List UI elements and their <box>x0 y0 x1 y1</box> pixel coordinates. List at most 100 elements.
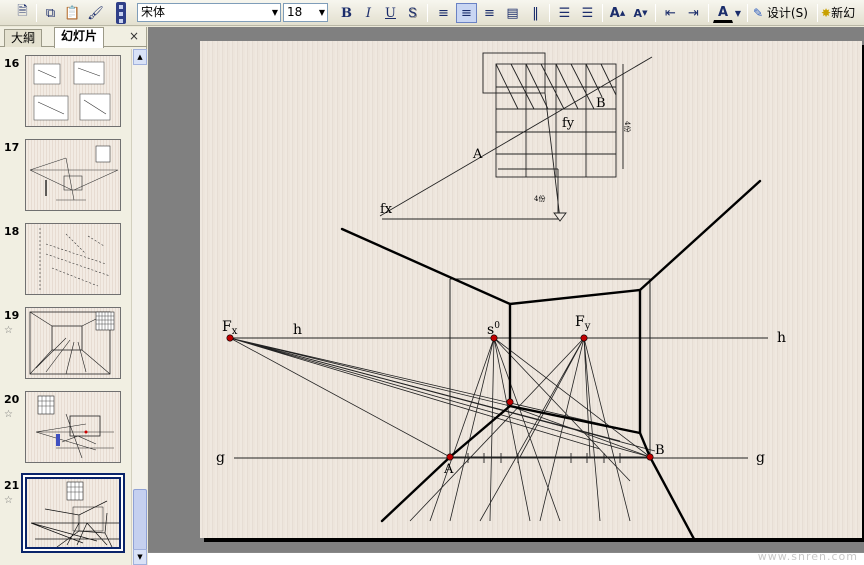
distribute-icon[interactable]: ‖ <box>525 3 546 23</box>
new-slide-label: 新幻 <box>831 6 856 20</box>
slide-thumbnail-image <box>25 223 121 295</box>
decrease-indent-icon[interactable]: ⇤ <box>660 3 681 23</box>
thumbnail-drawing <box>30 481 119 547</box>
point-box-bottom <box>506 398 514 406</box>
toolbar-grip[interactable] <box>116 2 126 24</box>
underline-button[interactable]: U <box>380 3 401 23</box>
label-g-left: g <box>216 450 225 466</box>
slide-thumbnail-17[interactable]: 17 <box>0 139 131 217</box>
new-slide-icon: ✸ <box>821 6 832 20</box>
chevron-down-icon[interactable]: ▼ <box>319 5 325 20</box>
watermark: www.snren.com <box>757 550 858 563</box>
justify-icon[interactable]: ▤ <box>502 3 523 23</box>
grid-diagram <box>379 52 653 222</box>
slide-thumbnail-21[interactable]: 21 ☆ <box>0 477 131 555</box>
vanishing-rays <box>229 337 656 522</box>
toolbar-separator <box>549 4 550 22</box>
label-b-bottom: B <box>655 443 665 458</box>
shrink-font-icon[interactable]: A ▼ <box>630 3 651 23</box>
label-dimension-bottom: 4份 <box>534 194 545 203</box>
scroll-up-arrow[interactable]: ▲ <box>133 49 147 65</box>
copy-icon[interactable]: ⧉ <box>40 3 61 23</box>
slide-thumbnail-19[interactable]: 19 ☆ <box>0 307 131 385</box>
box-edges-bold <box>340 179 762 541</box>
toolbar-separator <box>602 4 603 22</box>
slide-thumbnail-20[interactable]: 20 ☆ <box>0 391 131 469</box>
align-right-icon[interactable]: ≡ <box>479 3 500 23</box>
slide-thumbnail-image <box>25 307 121 379</box>
slide-thumbnail-image <box>25 55 121 127</box>
label-s0-main: s <box>487 322 494 338</box>
slides-pane: 大綱 幻灯片 × 16 17 18 19 ☆ 20 ☆ 21 ☆ ▲ ▼ <box>0 27 147 565</box>
numbering-icon[interactable]: ☰ <box>554 3 575 23</box>
grow-font-icon[interactable]: A ▲ <box>607 3 628 23</box>
new-icon[interactable]: 🗎 <box>12 3 33 23</box>
font-size-combo[interactable]: 18 ▼ <box>283 3 328 22</box>
slide-thumbnail-image <box>25 139 121 211</box>
animation-star-icon: ☆ <box>4 409 13 420</box>
chevron-down-icon[interactable]: ▼ <box>272 5 278 20</box>
tab-outline[interactable]: 大綱 <box>4 29 43 47</box>
design-icon: ✎ <box>753 6 764 20</box>
label-fy-point: Fy <box>575 314 591 332</box>
close-icon[interactable]: × <box>129 29 139 43</box>
chevron-down-icon[interactable]: ▼ <box>733 3 743 23</box>
label-b-top: B <box>596 96 606 111</box>
grow-font-label: A <box>609 5 620 21</box>
toolbar-separator <box>747 4 748 22</box>
label-s0-sup: 0 <box>494 321 500 331</box>
label-fy-sub: y <box>584 321 591 332</box>
label-fy-main: F <box>575 314 585 330</box>
label-fx-sub: x <box>232 326 238 337</box>
label-g-right: g <box>756 450 765 466</box>
bold-button[interactable]: B <box>336 3 357 23</box>
slide-number: 20 <box>4 393 20 406</box>
label-fy: fy <box>562 116 575 131</box>
label-h-left: h <box>293 322 302 338</box>
current-slide[interactable]: A B fy fx 4份 4份 Fx h h s0 Fy g g A B <box>200 41 862 541</box>
animation-star-icon: ☆ <box>4 495 13 506</box>
slide-number: 19 <box>4 309 20 322</box>
toolbar-separator <box>708 4 709 22</box>
bullets-icon[interactable]: ☰ <box>577 3 598 23</box>
label-s0-point: s0 <box>487 321 500 338</box>
slide-thumbnail-image <box>25 391 121 463</box>
slide-editing-area: A B fy fx 4份 4份 Fx h h s0 Fy g g A B www… <box>148 27 864 565</box>
scroll-down-arrow[interactable]: ▼ <box>133 549 147 565</box>
shadow-button[interactable]: S <box>402 3 423 23</box>
font-color-icon[interactable]: A <box>713 3 733 23</box>
thumbnail-drawing <box>39 228 111 290</box>
thumbnail-drawing <box>33 61 111 121</box>
label-dimension-right: 4份 <box>623 121 632 132</box>
design-button[interactable]: ✎ 设计(S) <box>753 4 808 22</box>
toolbar-separator <box>655 4 656 22</box>
format-painter-icon[interactable]: 🖌 <box>85 3 106 23</box>
slide-thumbnail-18[interactable]: 18 <box>0 223 131 301</box>
new-slide-button[interactable]: ✸新幻 <box>821 4 855 22</box>
tab-slides[interactable]: 幻灯片 <box>54 27 105 48</box>
italic-button[interactable]: I <box>358 3 379 23</box>
design-label: 设计(S) <box>766 6 808 20</box>
toolbar-separator <box>427 4 428 22</box>
label-a-top: A <box>472 147 483 162</box>
font-name-value: 宋体 <box>141 5 166 19</box>
label-fx-main: F <box>222 319 232 335</box>
point-b <box>646 453 654 461</box>
slide-thumbnail-image <box>25 477 121 549</box>
label-a-bottom: A <box>443 462 454 477</box>
increase-indent-icon[interactable]: ⇥ <box>683 3 704 23</box>
font-size-value: 18 <box>287 5 303 19</box>
paste-icon[interactable]: 📋 <box>62 3 83 23</box>
toolbar-separator <box>817 4 818 22</box>
horizon-and-ground-lines <box>230 337 768 459</box>
font-name-combo[interactable]: 宋体 ▼ <box>137 3 281 22</box>
slide-number: 18 <box>4 225 20 238</box>
notes-pane[interactable] <box>148 552 864 565</box>
label-fx: fx <box>380 202 393 217</box>
toolbar-separator <box>36 4 37 22</box>
slide-list: 16 17 18 19 ☆ 20 ☆ 21 ☆ <box>0 49 131 565</box>
slide-thumbnail-16[interactable]: 16 <box>0 55 131 133</box>
slide-list-scrollbar[interactable]: ▲ ▼ <box>131 49 147 565</box>
align-center-icon[interactable]: ≡ <box>456 3 477 23</box>
align-left-icon[interactable]: ≡ <box>433 3 454 23</box>
